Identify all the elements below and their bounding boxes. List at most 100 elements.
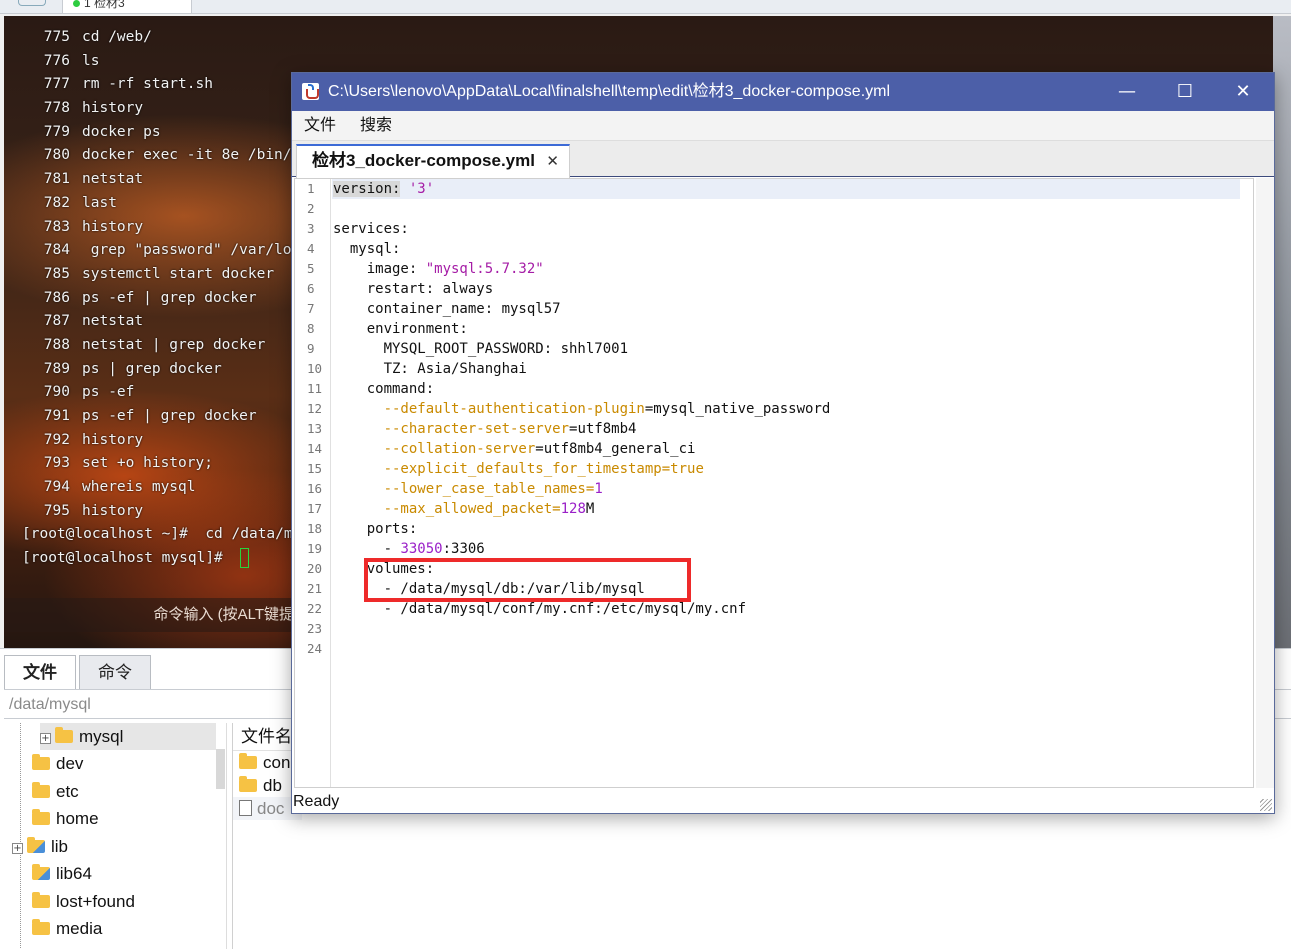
history-number: 776 bbox=[43, 52, 70, 69]
code-line-13: --character-set-server=utf8mb4 bbox=[332, 419, 1252, 439]
tree-scrollbar[interactable] bbox=[216, 749, 225, 789]
folder-icon bbox=[32, 782, 50, 798]
yaml-string: '3' bbox=[400, 181, 435, 197]
tab-files[interactable]: 文件 bbox=[4, 655, 76, 691]
history-number: 783 bbox=[43, 218, 70, 235]
command-input[interactable]: 命令输入 (按ALT键提 bbox=[4, 598, 294, 632]
connected-status-icon bbox=[73, 0, 80, 7]
tree-item-media[interactable]: media bbox=[32, 915, 102, 942]
minimize-button[interactable]: — bbox=[1098, 73, 1156, 111]
folder-link-icon bbox=[27, 837, 45, 853]
command-input-placeholder: 命令输入 (按ALT键提 bbox=[153, 606, 294, 623]
expand-icon[interactable]: + bbox=[12, 843, 23, 854]
history-number: 781 bbox=[43, 171, 70, 188]
editor-scrollbar[interactable] bbox=[1256, 178, 1274, 788]
status-bar: Ready bbox=[292, 791, 1274, 813]
terminal-line: 794 whereis mysql bbox=[22, 476, 293, 500]
code-line-3: services: bbox=[333, 221, 409, 237]
history-number: 786 bbox=[43, 289, 70, 306]
yaml-value: :3306 bbox=[442, 541, 485, 557]
code-line-1: version: '3' bbox=[332, 179, 1240, 199]
history-number: 792 bbox=[43, 431, 70, 448]
code-line-9: MYSQL_ROOT_PASSWORD: shhl7001 bbox=[333, 341, 629, 357]
terminal-line: 776 ls bbox=[22, 50, 293, 74]
yaml-number: 128 bbox=[560, 501, 586, 517]
yaml-value: =utf8mb4 bbox=[569, 421, 637, 437]
yaml-option: --collation-server bbox=[333, 441, 536, 457]
terminal-line: 781 netstat bbox=[22, 168, 293, 192]
history-number: 785 bbox=[43, 265, 70, 282]
line-number: 15 bbox=[307, 461, 323, 476]
line-number: 20 bbox=[307, 561, 323, 576]
file-browser-tabs: 文件 命令 bbox=[4, 655, 154, 691]
terminal-line: 779 docker ps bbox=[22, 121, 293, 145]
terminal-line: 786 ps -ef | grep docker bbox=[22, 287, 293, 311]
session-tab[interactable]: 1 检材3 bbox=[62, 0, 192, 14]
list-item-label: con bbox=[263, 753, 291, 772]
history-number: 793 bbox=[43, 455, 70, 472]
line-number-gutter: 1 2 3 4 5 6 7 8 9 10 11 12 13 14 15 16 17 18 19 20 21 22 23 24 bbox=[295, 179, 331, 787]
tree-item-label: lost+found bbox=[56, 892, 135, 911]
code-line-7: container_name: mysql57 bbox=[333, 301, 561, 317]
code-line-14: --collation-server=utf8mb4_general_ci bbox=[332, 439, 1252, 459]
expand-icon[interactable]: + bbox=[40, 733, 51, 744]
terminal-line: 788 netstat | grep docker bbox=[22, 334, 293, 358]
panel-splitter[interactable] bbox=[226, 723, 230, 949]
history-number: 780 bbox=[43, 147, 70, 164]
history-number: 784 bbox=[43, 242, 70, 259]
history-command: history bbox=[82, 502, 144, 519]
menu-search[interactable]: 搜索 bbox=[348, 111, 404, 141]
tree-item-label: media bbox=[56, 919, 103, 938]
history-command: ls bbox=[82, 52, 100, 69]
code-line-10: TZ: Asia/Shanghai bbox=[333, 361, 527, 377]
tree-item-label: dev bbox=[56, 754, 84, 773]
menu-file[interactable]: 文件 bbox=[292, 111, 348, 141]
yaml-value: =true bbox=[661, 461, 704, 477]
maximize-button[interactable]: ☐ bbox=[1156, 73, 1214, 111]
tab-close-icon[interactable]: ✕ bbox=[546, 146, 559, 176]
line-number: 23 bbox=[307, 621, 323, 636]
yaml-number: 33050 bbox=[400, 541, 443, 557]
line-number: 2 bbox=[307, 201, 315, 216]
editor-title-bar[interactable]: C:\Users\lenovo\AppData\Local\finalshell… bbox=[292, 73, 1274, 111]
terminal-line: 782 last bbox=[22, 192, 293, 216]
close-button[interactable]: ✕ bbox=[1214, 73, 1272, 111]
yaml-option: --max_allowed_packet bbox=[333, 501, 553, 517]
host-tab-strip: 1 检材3 bbox=[0, 0, 1291, 14]
folder-icon bbox=[32, 809, 50, 825]
tree-item-lost-found[interactable]: lost+found bbox=[32, 888, 135, 915]
code-line-12: --default-authentication-plugin=mysql_na… bbox=[332, 399, 1252, 419]
tree-item-label: etc bbox=[56, 782, 79, 801]
resize-grip-icon[interactable] bbox=[1260, 799, 1272, 811]
tab-docker-compose[interactable]: 检材3_docker-compose.yml ✕ bbox=[296, 144, 570, 178]
tab-commands[interactable]: 命令 bbox=[79, 655, 151, 689]
tree-item-lib64[interactable]: lib64 bbox=[32, 860, 92, 887]
list-item-label: db bbox=[263, 776, 282, 795]
code-line-5: image: "mysql:5.7.32" bbox=[332, 259, 1252, 279]
editor-window: C:\Users\lenovo\AppData\Local\finalshell… bbox=[291, 72, 1275, 814]
tree-item-mysql[interactable]: + mysql bbox=[40, 723, 216, 750]
tree-item-home[interactable]: home bbox=[32, 805, 99, 832]
prompt-text: [root@localhost ~]# cd /data/m bbox=[22, 526, 293, 543]
terminal-line: 778 history bbox=[22, 97, 293, 121]
folder-icon bbox=[32, 919, 50, 935]
yaml-dash: - bbox=[333, 541, 401, 557]
code-line-19: - 33050:3306 bbox=[332, 539, 1252, 559]
terminal-line: 793 set +o history; bbox=[22, 452, 293, 476]
history-command: rm -rf start.sh bbox=[82, 76, 213, 93]
line-number: 10 bbox=[307, 361, 323, 376]
history-number: 794 bbox=[43, 479, 70, 496]
line-number: 12 bbox=[307, 401, 323, 416]
terminal-prompt-line: [root@localhost ~]# cd /data/m bbox=[22, 523, 293, 547]
history-command: history bbox=[82, 100, 144, 117]
code-area[interactable]: 1 2 3 4 5 6 7 8 9 10 11 12 13 14 15 16 17 18 19 20 21 22 23 24 … bbox=[294, 178, 1254, 788]
editor-tab-bar: 检材3_docker-compose.yml ✕ bbox=[292, 141, 1274, 178]
terminal-scrollbar[interactable] bbox=[1273, 16, 1291, 648]
tree-item-lib[interactable]: + lib bbox=[12, 833, 68, 860]
tree-item-label: lib64 bbox=[56, 864, 92, 883]
tree-item-etc[interactable]: etc bbox=[32, 778, 79, 805]
host-menu-button[interactable] bbox=[18, 0, 46, 6]
yaml-option: --character-set-server bbox=[333, 421, 570, 437]
tree-item-dev[interactable]: dev bbox=[32, 750, 83, 777]
